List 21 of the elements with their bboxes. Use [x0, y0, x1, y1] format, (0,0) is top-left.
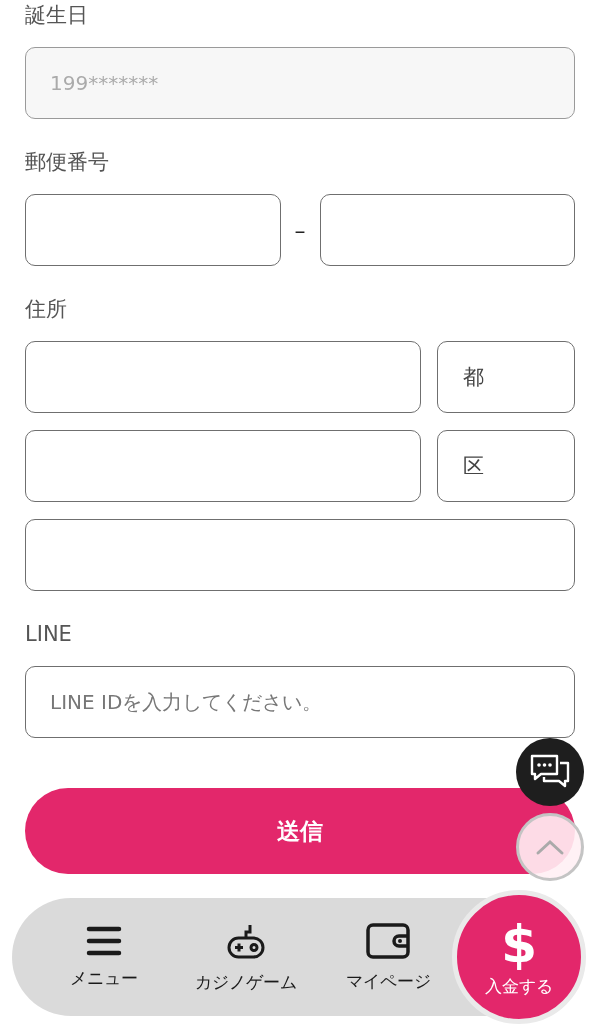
postal-code-field[interactable] [25, 194, 281, 266]
nav-item[interactable]: メニュー [42, 898, 166, 1016]
field-label: LINE [25, 621, 73, 648]
nav-item[interactable]: カジノゲーム [184, 898, 308, 1016]
chevron-up-icon [535, 838, 565, 856]
submit-button[interactable]: 送信 [25, 788, 575, 874]
address-suffix-field[interactable]: 区 [437, 430, 575, 502]
menu-icon [86, 924, 122, 957]
field-label: 住所 [25, 296, 68, 323]
address-suffix-field[interactable]: 都 [437, 341, 575, 413]
wallet-icon [366, 921, 410, 960]
line-id-field[interactable]: LINE IDを入力してください。 [25, 666, 575, 738]
field-label: 郵便番号 [25, 149, 110, 176]
postal-code-field[interactable] [319, 194, 575, 266]
deposit-button[interactable]: $ 入金する [452, 890, 586, 1024]
address-field[interactable] [25, 430, 421, 502]
address-field[interactable] [25, 341, 421, 413]
separator: – [294, 217, 306, 243]
field-label: 誕生日 [25, 2, 89, 29]
address-field[interactable] [25, 519, 575, 591]
nav-item[interactable]: マイページ [326, 898, 450, 1016]
